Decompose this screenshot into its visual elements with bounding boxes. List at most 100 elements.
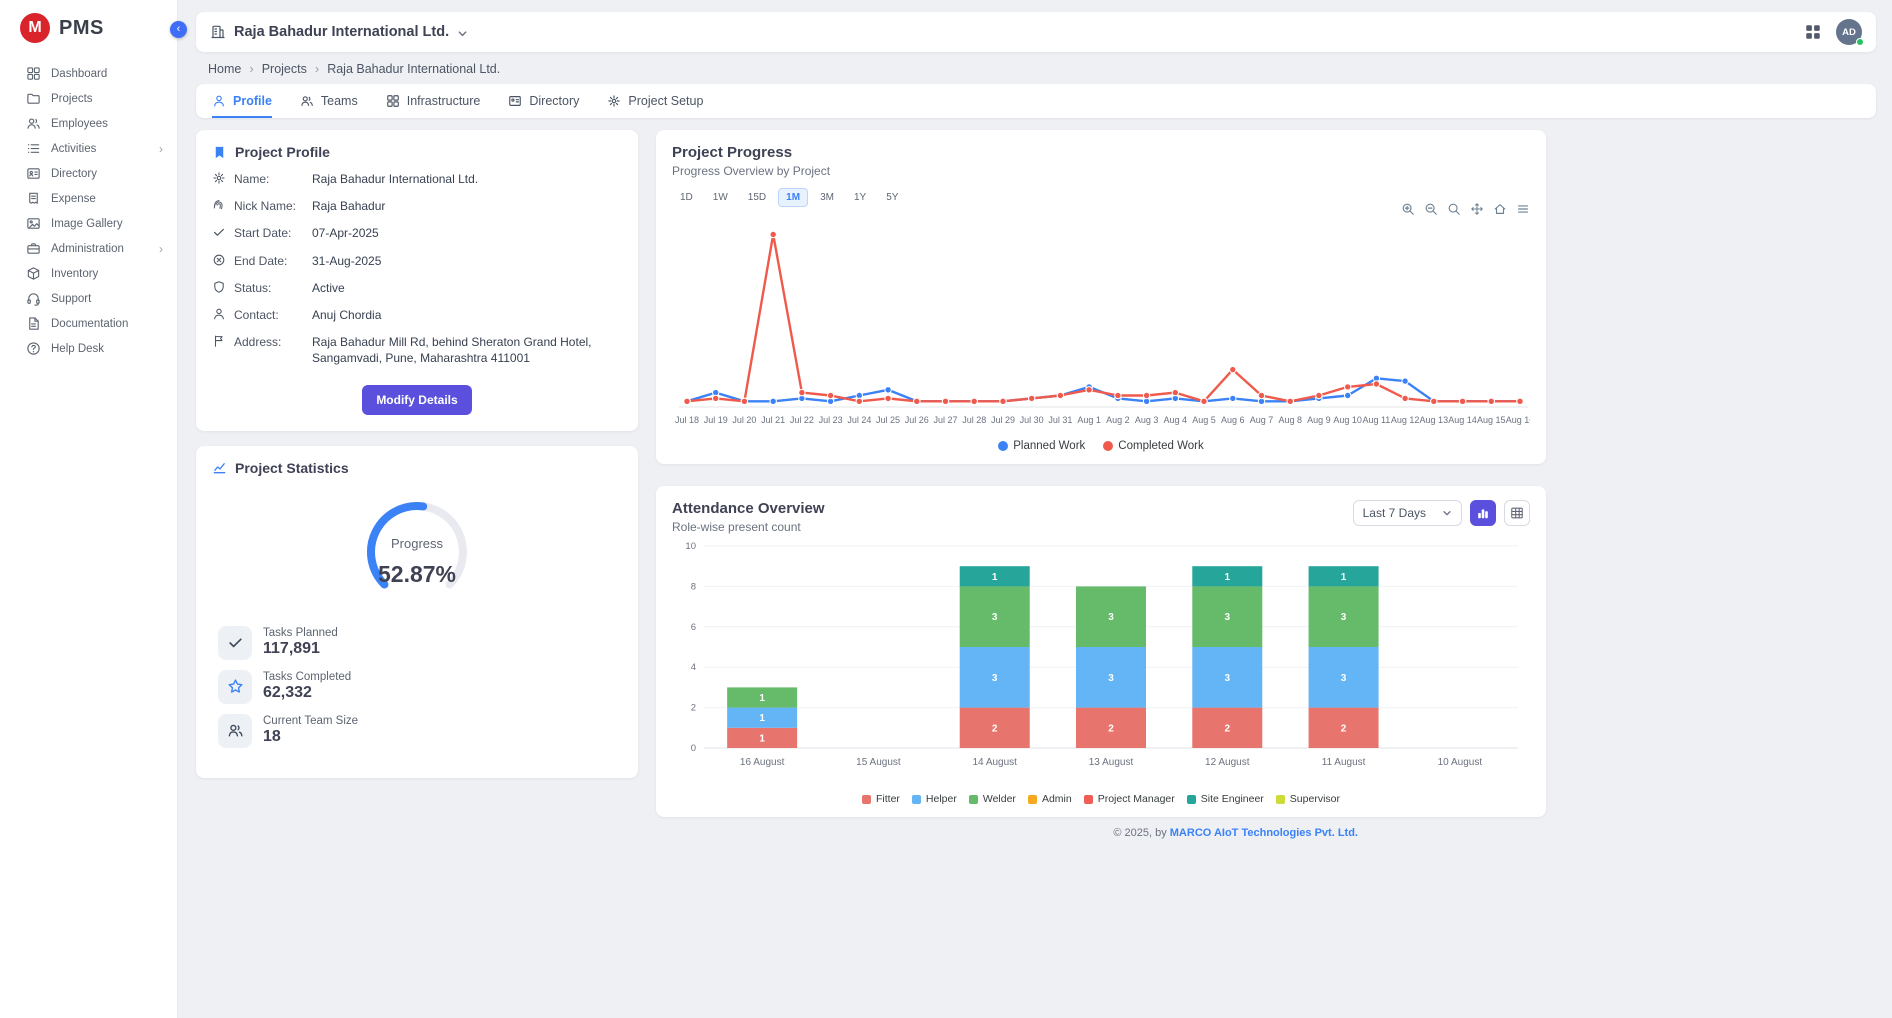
tab-label: Directory <box>529 94 579 108</box>
legend-item[interactable]: Planned Work <box>998 440 1085 452</box>
company-link[interactable]: MARCO AIoT Technologies Pvt. Ltd. <box>1170 827 1358 839</box>
range-1d[interactable]: 1D <box>672 188 701 207</box>
attendance-chart[interactable]: 024681016 August11115 August14 August233… <box>672 536 1530 789</box>
apps-grid-icon[interactable] <box>1804 23 1822 41</box>
sidebar-item-projects[interactable]: Projects <box>0 86 177 111</box>
project-progress-chart[interactable]: Jul 18Jul 19Jul 20Jul 21Jul 22Jul 23Jul … <box>672 209 1530 436</box>
star-icon <box>218 670 252 704</box>
chart-view-toggle[interactable] <box>1470 500 1496 526</box>
sidebar-item-activities[interactable]: Activities › <box>0 136 177 161</box>
svg-text:Aug 5: Aug 5 <box>1192 415 1216 425</box>
sidebar-item-expense[interactable]: Expense <box>0 186 177 211</box>
zoom-in-icon[interactable] <box>1401 202 1415 216</box>
tab-project-setup[interactable]: Project Setup <box>607 84 703 118</box>
svg-text:3: 3 <box>1108 612 1114 623</box>
field-label: Start Date: <box>234 225 296 241</box>
range-1w[interactable]: 1W <box>705 188 736 207</box>
legend-item[interactable]: Welder <box>969 793 1016 805</box>
user-avatar[interactable]: AD <box>1836 19 1862 45</box>
svg-text:16 August: 16 August <box>740 757 785 768</box>
svg-text:3: 3 <box>1225 612 1231 623</box>
tab-profile[interactable]: Profile <box>212 84 272 118</box>
sidebar-item-inventory[interactable]: Inventory <box>0 261 177 286</box>
tab-bar: Profile Teams Infrastructure Directory P… <box>196 84 1876 118</box>
chevron-right-icon: › <box>159 243 163 255</box>
range-1y[interactable]: 1Y <box>846 188 874 207</box>
field-start-date: Start Date: 07-Apr-2025 <box>212 225 622 241</box>
field-nickname: Nick Name: Raja Bahadur <box>212 198 622 214</box>
check-icon <box>212 225 226 239</box>
sidebar-collapse-button[interactable]: ‹ <box>170 21 187 38</box>
company-name: Raja Bahadur International Ltd. <box>234 24 449 40</box>
gear-icon <box>607 94 621 108</box>
selection-zoom-icon[interactable] <box>1447 202 1461 216</box>
field-value: Active <box>312 280 622 296</box>
sidebar-item-employees[interactable]: Employees <box>0 111 177 136</box>
sidebar-item-dashboard[interactable]: Dashboard <box>0 61 177 86</box>
svg-text:3: 3 <box>992 612 998 623</box>
sidebar-item-documentation[interactable]: Documentation <box>0 311 177 336</box>
legend-item[interactable]: Supervisor <box>1276 793 1340 805</box>
range-1m[interactable]: 1M <box>778 188 808 207</box>
chart-title: Project Progress <box>672 144 1530 161</box>
sidebar-item-help-desk[interactable]: Help Desk <box>0 336 177 361</box>
sidebar-item-label: Help Desk <box>51 343 104 355</box>
reset-home-icon[interactable] <box>1493 202 1507 216</box>
sidebar-item-support[interactable]: Support <box>0 286 177 311</box>
tab-label: Infrastructure <box>407 94 481 108</box>
bar-chart-icon <box>1476 506 1490 520</box>
sidebar-item-label: Image Gallery <box>51 218 123 230</box>
sidebar-item-label: Directory <box>51 168 97 180</box>
legend-item[interactable]: Helper <box>912 793 957 805</box>
sidebar-item-administration[interactable]: Administration › <box>0 236 177 261</box>
breadcrumb-projects[interactable]: Projects <box>262 62 307 76</box>
users-icon <box>300 94 314 108</box>
tab-infrastructure[interactable]: Infrastructure <box>386 84 481 118</box>
sidebar-item-label: Support <box>51 293 91 305</box>
range-5y[interactable]: 5Y <box>878 188 906 207</box>
svg-text:1: 1 <box>1341 572 1347 583</box>
svg-text:Jul 24: Jul 24 <box>847 415 871 425</box>
logo-icon: M <box>20 13 50 43</box>
modify-details-button[interactable]: Modify Details <box>362 385 471 415</box>
table-view-toggle[interactable] <box>1504 500 1530 526</box>
legend-item[interactable]: Fitter <box>862 793 900 805</box>
svg-text:2: 2 <box>1108 723 1114 734</box>
breadcrumb-current: Raja Bahadur International Ltd. <box>327 62 500 76</box>
sidebar-item-directory[interactable]: Directory <box>0 161 177 186</box>
pan-icon[interactable] <box>1470 202 1484 216</box>
legend-item[interactable]: Site Engineer <box>1187 793 1264 805</box>
date-range-select[interactable]: Last 7 Days <box>1353 500 1462 526</box>
card-title: Project Statistics <box>235 460 349 476</box>
sidebar-item-image-gallery[interactable]: Image Gallery <box>0 211 177 236</box>
chart-title: Attendance Overview <box>672 500 825 517</box>
breadcrumb-separator: › <box>315 61 319 76</box>
svg-text:Aug 7: Aug 7 <box>1250 415 1274 425</box>
receipt-icon <box>26 191 41 206</box>
field-address: Address: Raja Bahadur Mill Rd, behind Sh… <box>212 334 622 366</box>
company-selector[interactable]: Raja Bahadur International Ltd. <box>210 24 468 40</box>
tab-teams[interactable]: Teams <box>300 84 358 118</box>
range-3m[interactable]: 3M <box>812 188 842 207</box>
legend-item[interactable]: Admin <box>1028 793 1072 805</box>
field-label: Status: <box>234 280 296 296</box>
gear-icon <box>212 171 226 185</box>
stat-team-size: Current Team Size 18 <box>212 714 622 748</box>
dashboard-icon <box>26 66 41 81</box>
field-end-date: End Date: 31-Aug-2025 <box>212 253 622 269</box>
field-label: Name: <box>234 171 296 187</box>
svg-text:Jul 25: Jul 25 <box>876 415 900 425</box>
breadcrumb-home[interactable]: Home <box>208 62 241 76</box>
id-card-icon <box>508 94 522 108</box>
field-value: Raja Bahadur Mill Rd, behind Sheraton Gr… <box>312 334 622 366</box>
top-header: Raja Bahadur International Ltd. AD <box>196 12 1876 52</box>
svg-text:3: 3 <box>992 673 998 684</box>
legend-item[interactable]: Completed Work <box>1103 440 1203 452</box>
chart-subtitle: Role-wise present count <box>672 520 825 534</box>
legend-item[interactable]: Project Manager <box>1084 793 1175 805</box>
zoom-out-icon[interactable] <box>1424 202 1438 216</box>
menu-icon[interactable] <box>1516 202 1530 216</box>
tab-directory[interactable]: Directory <box>508 84 579 118</box>
svg-text:Aug 1: Aug 1 <box>1077 415 1101 425</box>
range-15d[interactable]: 15D <box>740 188 774 207</box>
